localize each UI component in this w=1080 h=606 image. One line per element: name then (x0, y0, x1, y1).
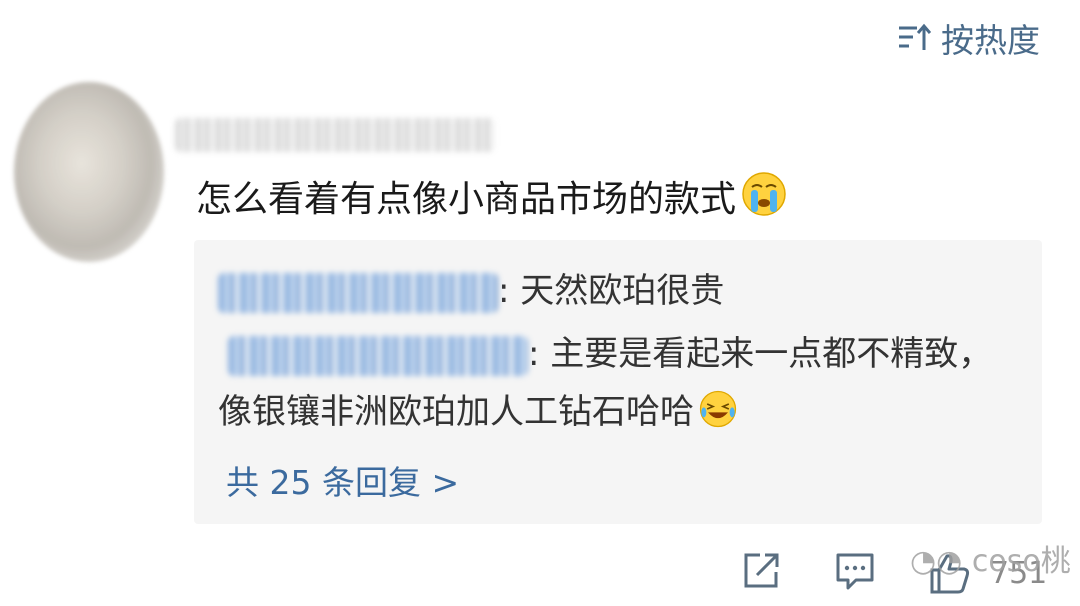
wechat-icon: ◔◔ (910, 544, 963, 579)
crying-face-emoji (742, 172, 786, 216)
comment-text: 怎么看着有点像小商品市场的款式 (196, 179, 737, 220)
laughing-face-emoji (699, 390, 737, 428)
username-blurred[interactable] (175, 118, 495, 152)
sort-by-popularity-toggle[interactable]: 按热度 (897, 14, 1040, 62)
reply-item[interactable]: : 主要是看起来一点都不精致，像银镶非洲欧珀加人工钻石哈哈 (218, 325, 1018, 441)
comment-icon[interactable] (834, 550, 876, 592)
reply-text: : 天然欧珀很贵 (498, 271, 725, 311)
view-all-replies-link[interactable]: 共 25 条回复 > (226, 456, 459, 504)
share-icon[interactable] (740, 550, 782, 592)
reply-item[interactable]: : 天然欧珀很贵 (218, 262, 724, 320)
watermark: ◔◔ coso桃 (910, 536, 1071, 580)
sort-label: 按热度 (941, 21, 1040, 60)
reply-username-blurred[interactable] (228, 335, 528, 376)
comment-body: 怎么看着有点像小商品市场的款式 (196, 170, 788, 222)
replies-panel: : 天然欧珀很贵 : 主要是看起来一点都不精致，像银镶非洲欧珀加人工钻石哈哈 共… (194, 240, 1042, 524)
reply-username-blurred[interactable] (218, 272, 498, 313)
avatar[interactable] (14, 82, 164, 262)
sort-icon (899, 23, 931, 50)
watermark-text: coso桃 (971, 544, 1071, 579)
